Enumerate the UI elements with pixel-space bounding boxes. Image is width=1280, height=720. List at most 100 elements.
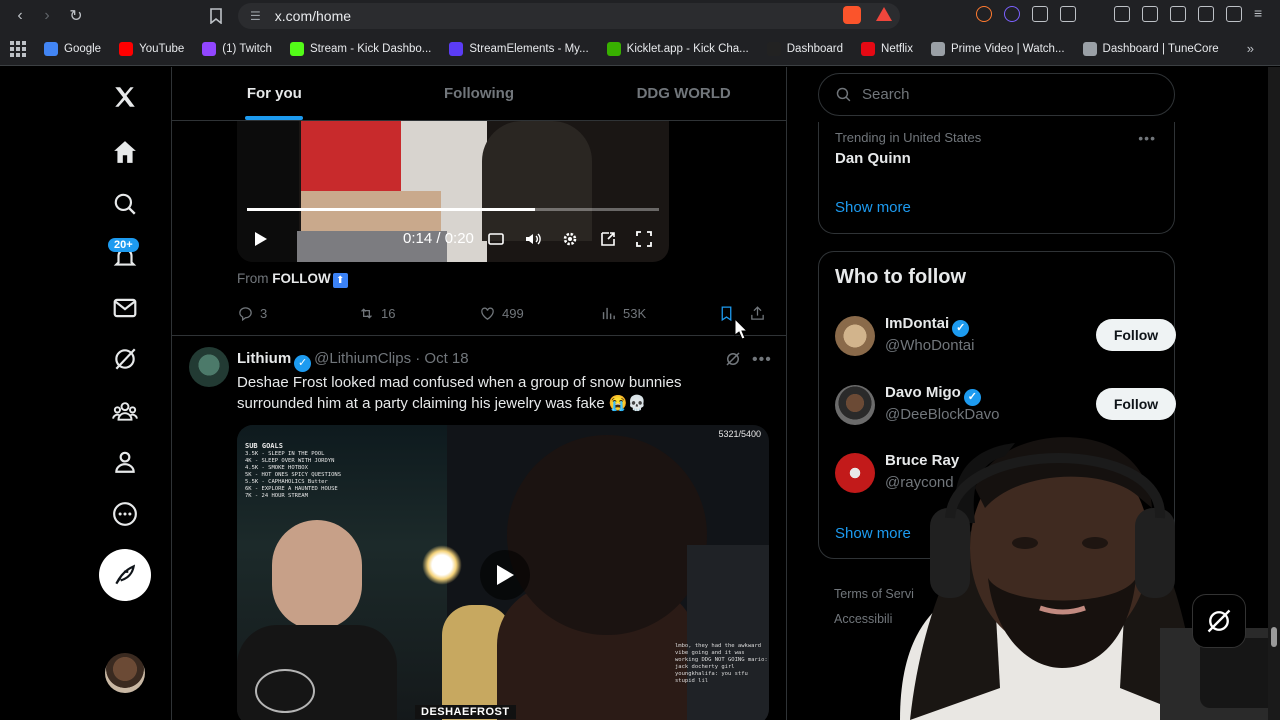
- apps-grid-icon[interactable]: [10, 40, 26, 57]
- captions-icon[interactable]: [487, 230, 505, 248]
- repost-count: 16: [381, 306, 396, 321]
- timeline-tabs: For you Following DDG WORLD: [172, 67, 786, 121]
- video-source[interactable]: From FOLLOW ⬆: [237, 271, 348, 288]
- reply-count: 3: [260, 306, 268, 321]
- author-handle[interactable]: @LithiumClips: [314, 350, 411, 367]
- bookmark-item[interactable]: Kicklet.app - Kick Cha...: [606, 41, 749, 56]
- avatar[interactable]: [835, 316, 875, 356]
- bookmark-page-icon[interactable]: [202, 2, 230, 30]
- search-input[interactable]: Search: [818, 73, 1175, 116]
- video-controls: 0:14 / 0:20: [237, 225, 669, 255]
- bookmark-item[interactable]: Stream - Kick Dashbo...: [289, 41, 432, 56]
- video-overlay-chat: lmbo, they had the awkward vibe going an…: [675, 643, 768, 684]
- post-button[interactable]: [99, 549, 151, 601]
- views-button[interactable]: 53K: [600, 305, 646, 322]
- follow-button[interactable]: Follow: [1096, 388, 1176, 420]
- tweet-divider: [172, 335, 786, 336]
- bookmark-item[interactable]: Google: [44, 41, 101, 56]
- verified-icon: ✓: [294, 355, 312, 372]
- grok-floating-button[interactable]: [1192, 594, 1246, 648]
- follow-suggestion[interactable]: ImDontai ✓ @WhoDontai Follow: [835, 313, 1176, 359]
- follow-button[interactable]: Follow: [1096, 319, 1176, 351]
- vpn-icon[interactable]: [1226, 6, 1242, 22]
- forward-icon[interactable]: ›: [33, 2, 61, 30]
- wallet-icon[interactable]: [1170, 6, 1186, 22]
- from-prefix: From: [237, 271, 269, 286]
- page-scrollbar[interactable]: [1268, 67, 1280, 720]
- repost-button[interactable]: 16: [358, 305, 395, 322]
- menu-icon[interactable]: ≡: [1254, 6, 1270, 22]
- extensions-row: ≡: [976, 6, 1270, 22]
- grok-icon[interactable]: [107, 341, 143, 377]
- bookmark-item[interactable]: Prime Video | Watch...: [930, 41, 1065, 56]
- bookmark-item[interactable]: Dashboard: [766, 41, 844, 56]
- home-icon[interactable]: [107, 134, 143, 170]
- fullscreen-icon[interactable]: [635, 230, 653, 248]
- avatar[interactable]: [189, 347, 229, 387]
- trend-name[interactable]: Dan Quinn: [835, 150, 911, 167]
- trends-show-more[interactable]: Show more: [835, 199, 911, 216]
- leo-icon[interactable]: [1198, 6, 1214, 22]
- author-name[interactable]: Lithium: [237, 350, 291, 367]
- bookmark-label: Stream - Kick Dashbo...: [309, 42, 432, 55]
- bookmark-item[interactable]: StreamElements - My...: [449, 41, 589, 56]
- notification-badge: 20+: [108, 238, 139, 252]
- communities-icon[interactable]: [107, 393, 143, 429]
- search-icon[interactable]: [107, 186, 143, 222]
- bookmark-item[interactable]: (1) Twitch: [202, 41, 272, 56]
- tab-ddg-world[interactable]: DDG WORLD: [581, 67, 786, 120]
- reload-icon[interactable]: ↻: [62, 2, 90, 30]
- bookmark-item[interactable]: Netflix: [861, 41, 913, 56]
- back-icon[interactable]: ‹: [6, 2, 34, 30]
- mail-icon[interactable]: [107, 290, 143, 326]
- x-logo-icon[interactable]: [107, 79, 143, 115]
- play-button[interactable]: [480, 550, 530, 600]
- account-avatar[interactable]: [105, 653, 145, 693]
- webcam-overlay: [780, 428, 1280, 720]
- play-icon[interactable]: [251, 230, 269, 248]
- tweet-date[interactable]: · Oct 18: [415, 350, 468, 367]
- bookmark-label: Dashboard: [786, 42, 844, 55]
- view-count: 53K: [623, 306, 647, 321]
- video-progress-bar[interactable]: [247, 208, 659, 211]
- tab-following[interactable]: Following: [377, 67, 582, 120]
- volume-icon[interactable]: [524, 230, 542, 248]
- reply-button[interactable]: 3: [237, 305, 267, 322]
- url-bar[interactable]: ☰ x.com/home: [238, 3, 900, 29]
- bookmark-item[interactable]: Dashboard | TuneCore: [1082, 41, 1219, 56]
- tweet-header: Lithium ✓ @LithiumClips · Oct 18: [237, 350, 469, 372]
- pip-icon[interactable]: [599, 230, 617, 248]
- bookmark-favicon-icon: [861, 41, 876, 56]
- bookmarks-overflow-icon[interactable]: »: [1247, 41, 1254, 56]
- site-settings-icon[interactable]: ☰: [250, 9, 261, 23]
- search-placeholder: Search: [862, 86, 910, 103]
- bookmark-item[interactable]: YouTube: [119, 41, 184, 56]
- follow-suggestion[interactable]: Davo Migo ✓ @DeeBlockDavo Follow: [835, 382, 1176, 428]
- more-icon[interactable]: [107, 496, 143, 532]
- avatar[interactable]: [835, 385, 875, 425]
- grok-icon[interactable]: [724, 350, 742, 368]
- extension-icon[interactable]: [1004, 6, 1020, 22]
- bookmark-favicon-icon: [1082, 41, 1097, 56]
- more-options-icon[interactable]: •••: [752, 351, 772, 369]
- profile-icon[interactable]: [107, 444, 143, 480]
- puzzle-icon[interactable]: [1032, 6, 1048, 22]
- browser-toolbar: ‹ › ↻ ☰ x.com/home ≡: [0, 0, 1280, 32]
- brave-shields-icon[interactable]: [843, 6, 861, 24]
- share-button[interactable]: [749, 305, 766, 322]
- bookmark-favicon-icon: [119, 41, 134, 56]
- repost-icon: [361, 308, 372, 319]
- screenshot-icon[interactable]: [1060, 6, 1076, 22]
- bookmark-label: Prime Video | Watch...: [950, 42, 1065, 55]
- bookmark-favicon-icon: [449, 41, 464, 56]
- reply-icon: [239, 307, 252, 322]
- tab-for-you[interactable]: For you: [172, 67, 377, 120]
- tweet-video[interactable]: SUB GOALS 3.5K - SLEEP IN THE POOL 4K - …: [237, 425, 769, 720]
- settings-icon[interactable]: [561, 230, 579, 248]
- more-options-icon[interactable]: •••: [1138, 130, 1156, 146]
- media-icon[interactable]: [1114, 6, 1130, 22]
- like-button[interactable]: 499: [479, 305, 524, 322]
- sidebar-icon[interactable]: [1142, 6, 1158, 22]
- brave-rewards-icon[interactable]: [876, 7, 892, 21]
- extension-icon[interactable]: [976, 6, 992, 22]
